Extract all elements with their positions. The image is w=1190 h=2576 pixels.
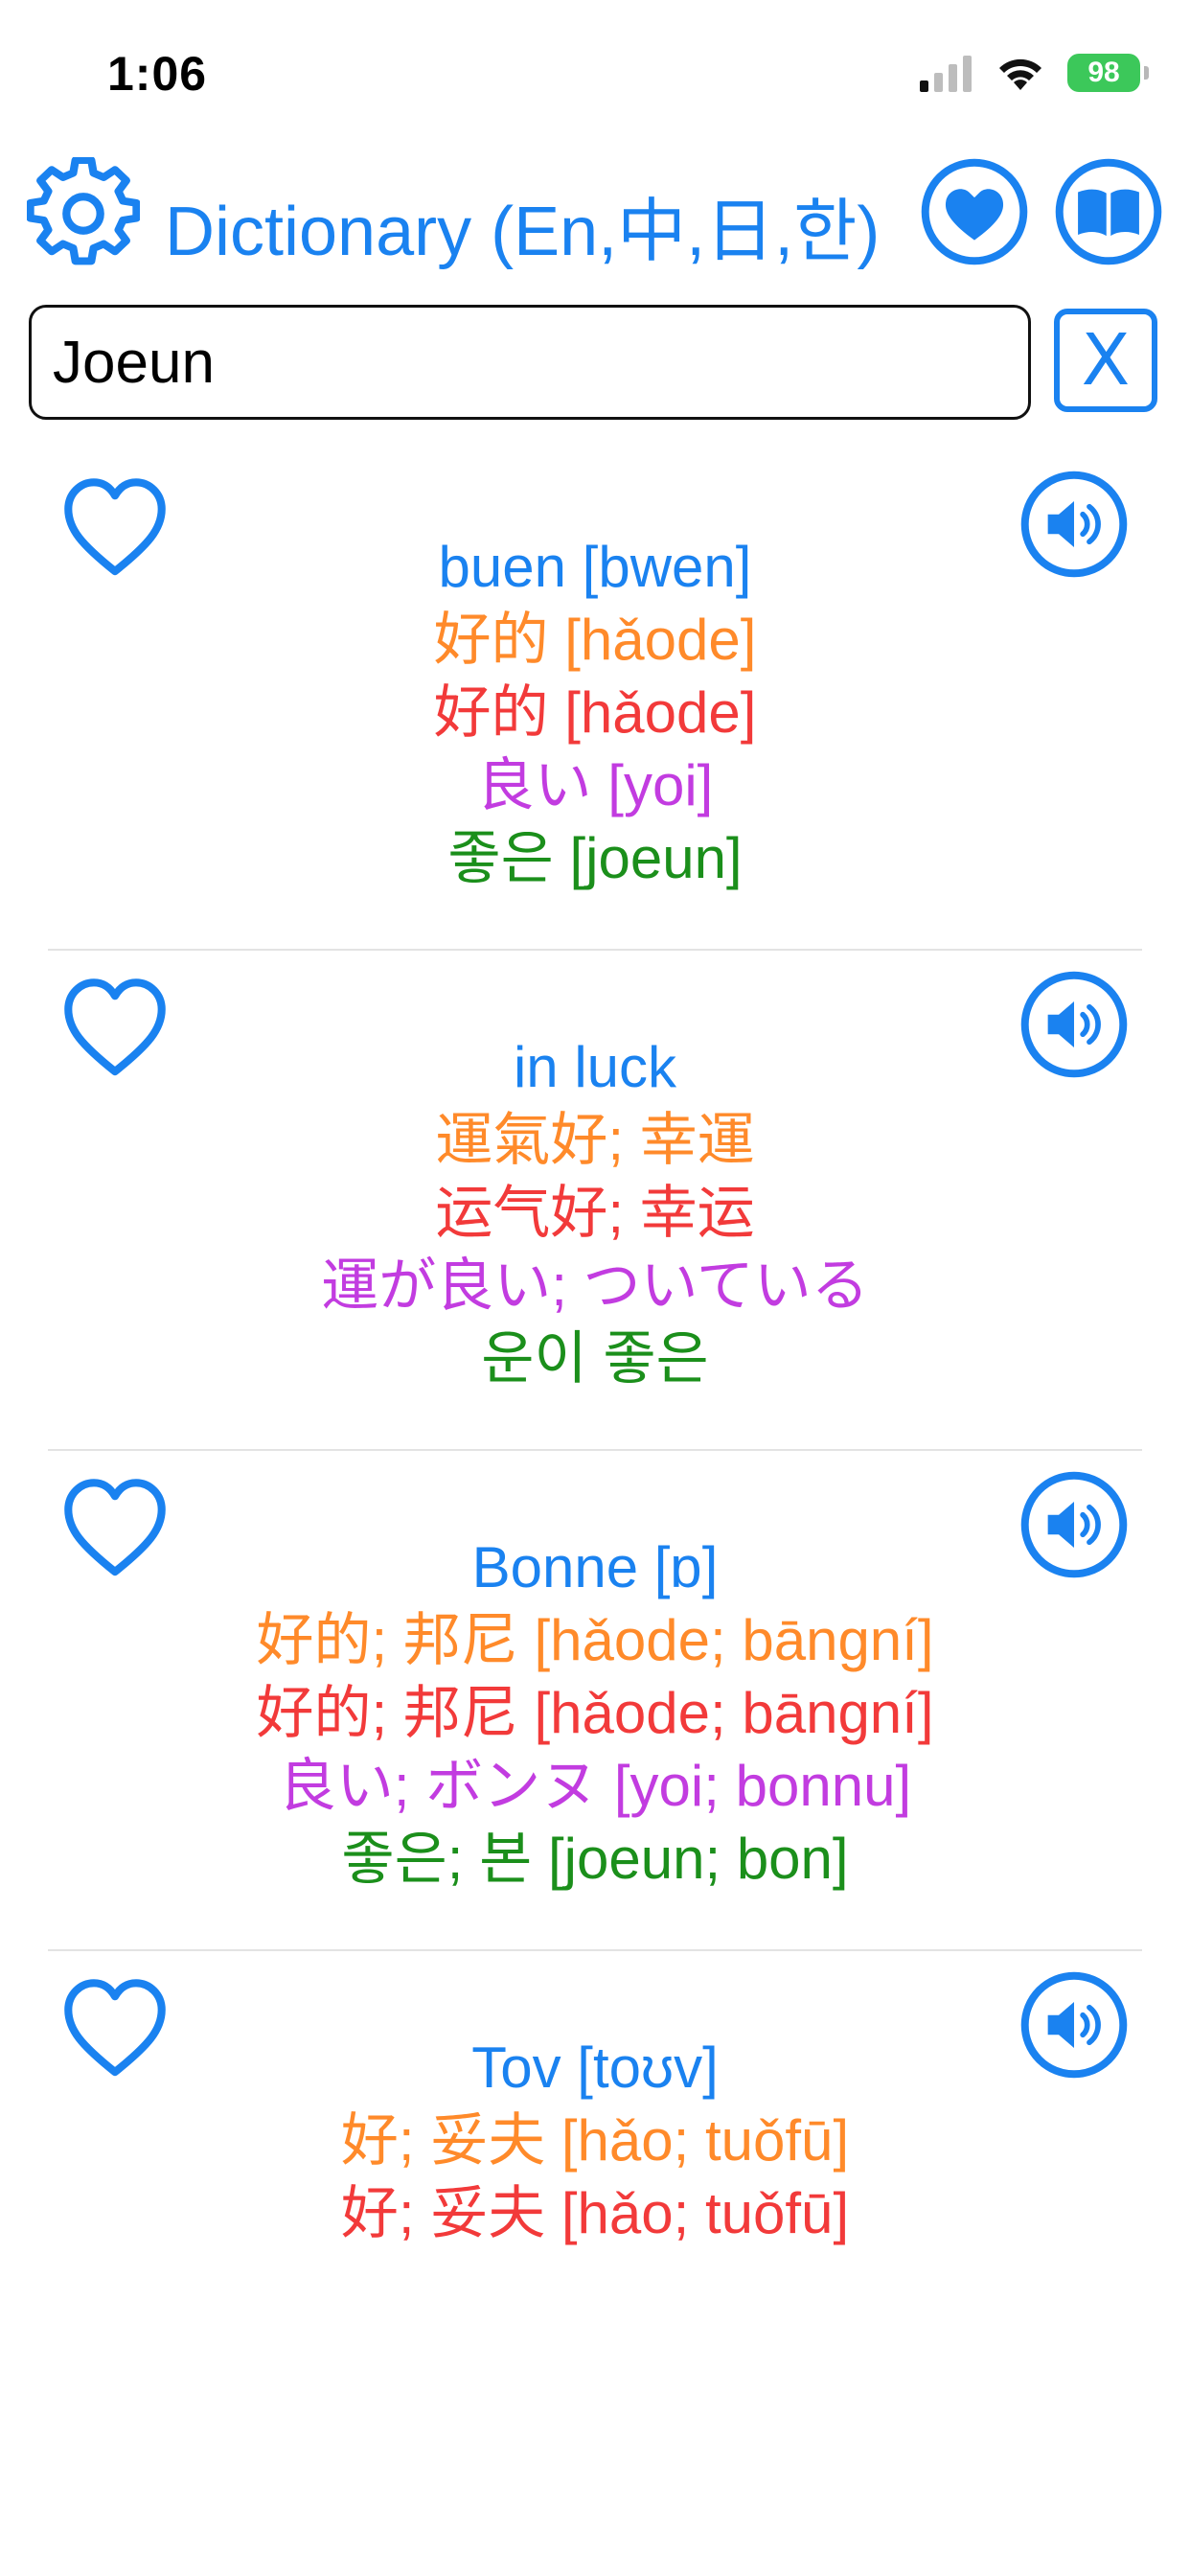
chinese-simplified-translation: 好的; 邦尼 [hǎode; bāngní]	[256, 1681, 934, 1745]
list-item: Tov [toʊv] 好; 妥夫 [hǎo; tuǒfū] 好; 妥夫 [hǎo…	[0, 1951, 1190, 2451]
english-translation: buen [bwen]	[438, 535, 752, 599]
list-item: buen [bwen] 好的 [hǎode] 好的 [hǎode] 良い [yo…	[0, 450, 1190, 951]
speaker-icon[interactable]	[1019, 470, 1129, 579]
english-translation: in luck	[513, 1035, 677, 1099]
heart-filled-icon[interactable]	[920, 157, 1029, 266]
english-translation: Tov [toʊv]	[471, 2036, 719, 2100]
korean-translation: 좋은; 본 [joeun; bon]	[341, 1827, 849, 1891]
japanese-translation: 良い; ボンヌ [yoi; bonnu]	[278, 1754, 912, 1818]
wifi-icon	[999, 58, 1041, 90]
english-translation: Bonne [ɒ]	[471, 1535, 719, 1599]
search-input[interactable]	[29, 305, 1031, 420]
chinese-simplified-translation: 好; 妥夫 [hǎo; tuǒfū]	[340, 2181, 850, 2245]
status-time: 1:06	[107, 47, 208, 101]
translation-lines: buen [bwen] 好的 [hǎode] 好的 [hǎode] 良い [yo…	[172, 531, 1018, 895]
app-header: Dictionary (En,中,日,한)	[0, 153, 1190, 278]
japanese-translation: 良い [yoi]	[476, 753, 714, 817]
page-title: Dictionary (En,中,日,한)	[165, 194, 881, 270]
speaker-icon[interactable]	[1019, 970, 1129, 1079]
book-icon[interactable]	[1054, 157, 1163, 266]
japanese-translation: 運が良い; ついている	[321, 1254, 869, 1318]
chinese-simplified-translation: 运气好; 幸运	[435, 1181, 755, 1245]
heart-outline-icon[interactable]	[59, 1474, 171, 1585]
heart-outline-icon[interactable]	[59, 974, 171, 1085]
clear-search-button[interactable]: X	[1054, 309, 1157, 412]
gear-icon[interactable]	[27, 157, 140, 270]
battery-indicator: 98	[1067, 54, 1149, 92]
speaker-icon[interactable]	[1019, 1970, 1129, 2080]
status-icons: 98	[918, 54, 1149, 92]
cellular-signal-icon	[920, 56, 972, 92]
battery-level: 98	[1087, 57, 1120, 88]
chinese-simplified-translation: 好的 [hǎode]	[433, 680, 757, 745]
clear-button-label: X	[1081, 319, 1131, 402]
chinese-traditional-translation: 好; 妥夫 [hǎo; tuǒfū]	[340, 2108, 850, 2173]
heart-outline-icon[interactable]	[59, 473, 171, 585]
list-item: in luck 運氣好; 幸運 运气好; 幸运 運が良い; ついている 운이 좋…	[0, 951, 1190, 1451]
translation-lines: Tov [toʊv] 好; 妥夫 [hǎo; tuǒfū] 好; 妥夫 [hǎo…	[172, 2032, 1018, 2250]
list-item: Bonne [ɒ] 好的; 邦尼 [hǎode; bāngní] 好的; 邦尼 …	[0, 1451, 1190, 1951]
chinese-traditional-translation: 好的 [hǎode]	[433, 608, 757, 672]
korean-translation: 좋은 [joeun]	[447, 826, 743, 890]
translation-lines: in luck 運氣好; 幸運 运气好; 幸运 運が良い; ついている 운이 좋…	[172, 1031, 1018, 1395]
status-bar: 1:06 98	[0, 0, 1190, 144]
translation-lines: Bonne [ɒ] 好的; 邦尼 [hǎode; bāngní] 好的; 邦尼 …	[172, 1531, 1018, 1896]
chinese-traditional-translation: 好的; 邦尼 [hǎode; bāngní]	[256, 1608, 934, 1672]
speaker-icon[interactable]	[1019, 1470, 1129, 1579]
korean-translation: 운이 좋은	[481, 1326, 709, 1391]
chinese-traditional-translation: 運氣好; 幸運	[435, 1108, 755, 1172]
heart-outline-icon[interactable]	[59, 1974, 171, 2085]
